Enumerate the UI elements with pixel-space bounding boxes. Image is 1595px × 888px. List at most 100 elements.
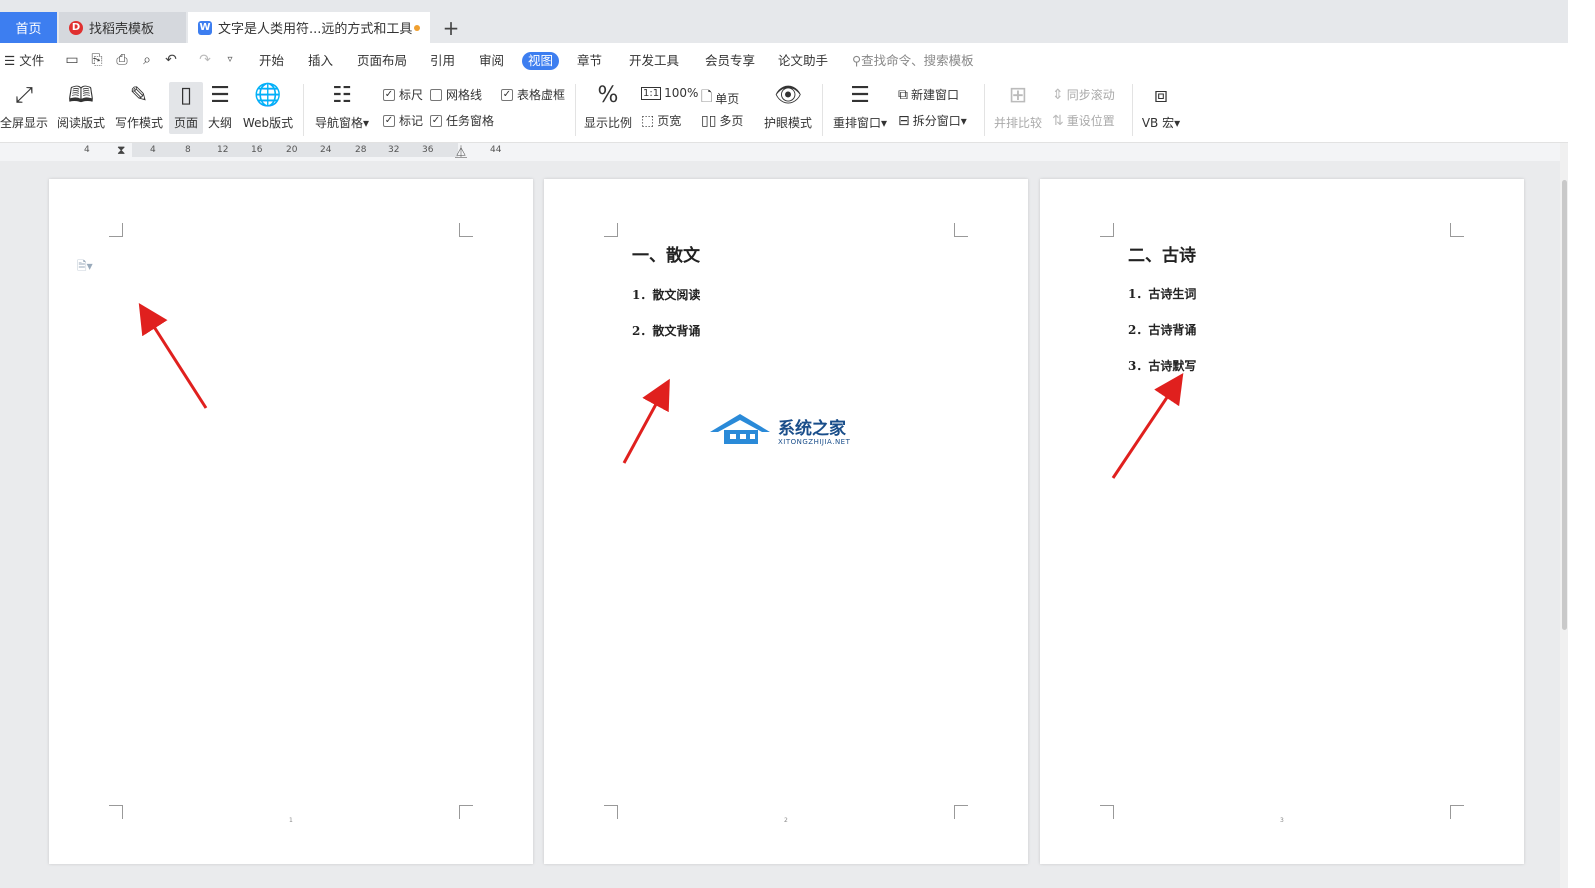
tab-document[interactable]: W 文字是人类用符...远的方式和工具 [188,12,430,43]
left-indent-marker-icon[interactable]: ⧗ [117,143,125,158]
page-width-icon: ⬚ [641,112,655,129]
menu-page-layout[interactable]: 页面布局 [357,52,407,70]
checkbox-checked-icon: ✓ [383,88,395,101]
tab-docer-templates[interactable]: D 找稻壳模板 [59,12,186,43]
page-view-button[interactable]: ▯ 页面 [169,82,203,134]
new-window-icon: ⧉ [898,86,908,103]
list-item: 3．古诗默写 [1128,359,1197,373]
page-number: 3 [1280,817,1284,824]
hamburger-icon: ☰ [4,53,16,68]
zoom-100-button[interactable]: 1:1 100% [641,86,698,100]
eye-protection-button[interactable]: 👁 护眼模式 [762,82,814,131]
navigation-pane-label: 导航窗格▾ [314,116,370,130]
checkbox-checked-icon: ✓ [383,114,395,127]
ruler-tick: 24 [320,145,332,155]
menu-insert[interactable]: 插入 [308,52,333,70]
one-to-one-icon: 1:1 [641,86,662,100]
ruler-checkbox[interactable]: ✓ 标尺 [383,86,423,103]
command-search-placeholder: 查找命令、搜索模板 [861,53,974,68]
checkbox-checked-icon: ✓ [501,88,513,101]
crop-mark [604,805,618,819]
tab-document-label: 文字是人类用符...远的方式和工具 [218,22,413,37]
menu-view[interactable]: 视图 [522,52,560,70]
side-by-side-button[interactable]: ⊞ 并排比较 [992,82,1044,131]
gridlines-checkbox[interactable]: 网格线 [430,86,482,103]
menu-references[interactable]: 引用 [430,52,455,70]
redo-icon[interactable]: ↷ [197,52,213,68]
separator [822,84,823,136]
crop-mark [954,223,968,237]
navigation-pane-icon: ☷ [332,83,352,108]
zoom-100-label: 100% [664,86,699,100]
fullscreen-label: 全屏显示 [0,116,49,130]
multi-page-icon: ▯▯ [701,112,717,129]
reset-position-button[interactable]: ⇅ 重设位置 [1052,112,1115,129]
crop-mark [109,805,123,819]
menu-thesis-assistant[interactable]: 论文助手 [778,52,828,70]
new-window-button[interactable]: ⧉ 新建窗口 [898,86,959,103]
table-border-label: 表格虚框 [517,88,566,102]
quick-access-dropdown-icon[interactable]: ▿ [222,52,238,68]
file-menu[interactable]: ☰ 文件 [4,52,44,70]
ruler-tick: 4 [150,145,156,155]
web-layout-button[interactable]: 🌐 Web版式 [241,82,295,131]
table-border-checkbox[interactable]: ✓ 表格虚框 [501,86,565,103]
menu-member[interactable]: 会员专享 [705,52,755,70]
save-icon[interactable]: ▭ [64,52,80,68]
list-item: 2．古诗背诵 [1128,323,1197,337]
menu-review[interactable]: 审阅 [479,52,504,70]
page-3[interactable]: 二、古诗 1．古诗生词 2．古诗背诵 3．古诗默写 3 [1040,179,1524,864]
list-item: 1．古诗生词 [1128,287,1197,301]
separator [303,84,304,136]
right-indent-marker-icon[interactable]: ⏅ [455,143,467,160]
single-page-icon: 🗋 [701,89,713,105]
horizontal-ruler[interactable]: 4 ⧗ 4 8 12 16 20 24 28 32 36 ⏅ 44 [0,143,1568,161]
task-pane-checkbox[interactable]: ✓ 任务窗格 [430,112,494,129]
print-preview-icon[interactable]: ⌕ [139,52,155,68]
command-search[interactable]: ⚲查找命令、搜索模板 [852,52,974,70]
single-page-label: 单页 [715,91,740,106]
vb-macro-button[interactable]: ⧈ VB 宏▾ [1140,82,1182,131]
separator [984,84,985,136]
multi-page-button[interactable]: ▯▯ 多页 [701,112,743,129]
ruler-tick: 32 [388,145,400,155]
ruler-label: 标尺 [399,88,424,102]
zoom-button[interactable]: % 显示比例 [583,82,633,131]
arrange-windows-button[interactable]: ☰ 重排窗口▾ [830,82,890,131]
split-window-button[interactable]: ⊟ 拆分窗口 ▾ [898,112,967,129]
separator [1132,84,1133,136]
print-icon[interactable]: ⎙ [114,52,130,68]
sync-scroll-button[interactable]: ⇕ 同步滚动 [1052,86,1115,103]
crop-mark [1450,805,1464,819]
arrange-windows-icon: ☰ [850,83,870,108]
writing-mode-button[interactable]: ✎ 写作模式 [114,82,164,131]
new-window-label: 新建窗口 [911,88,960,102]
scrollbar-thumb[interactable] [1562,180,1567,630]
right-panel-edge [1568,0,1595,888]
ruler-tick: 12 [217,145,229,155]
arrange-windows-label: 重排窗口▾ [832,116,888,130]
outline-label: 大纲 [207,116,232,130]
navigation-pane-button[interactable]: ☷ 导航窗格▾ [312,82,372,131]
page-width-button[interactable]: ⬚ 页宽 [641,112,681,129]
new-tab-button[interactable]: + [440,12,462,43]
separator [575,84,576,136]
fullscreen-icon: ⤢ [15,83,33,108]
export-pdf-icon[interactable]: ⎘ [89,52,105,68]
crop-mark [604,223,618,237]
menu-chapter[interactable]: 章节 [577,52,602,70]
page-2[interactable]: 一、散文 1．散文阅读 2．散文背诵 2 [544,179,1028,864]
fullscreen-button[interactable]: ⤢ 全屏显示 [0,82,48,131]
tab-home[interactable]: 首页 [0,12,57,43]
menu-start[interactable]: 开始 [259,52,284,70]
paste-options-icon[interactable]: 🗎▾ [77,257,93,278]
reading-layout-button[interactable]: 🕮 阅读版式 [56,82,106,131]
document-canvas[interactable]: 🗎▾ 1 一、散文 1．散文阅读 2．散文背诵 2 二、古诗 1．古诗生词 2．… [0,161,1560,888]
page-1[interactable]: 🗎▾ 1 [49,179,533,864]
outline-button[interactable]: ☰ 大纲 [205,82,235,131]
undo-icon[interactable]: ↶ [163,52,179,68]
marks-checkbox[interactable]: ✓ 标记 [383,112,423,129]
single-page-button[interactable]: 🗋 单页 [701,86,739,110]
sync-scroll-icon: ⇕ [1052,86,1064,103]
menu-developer-tools[interactable]: 开发工具 [629,52,679,70]
